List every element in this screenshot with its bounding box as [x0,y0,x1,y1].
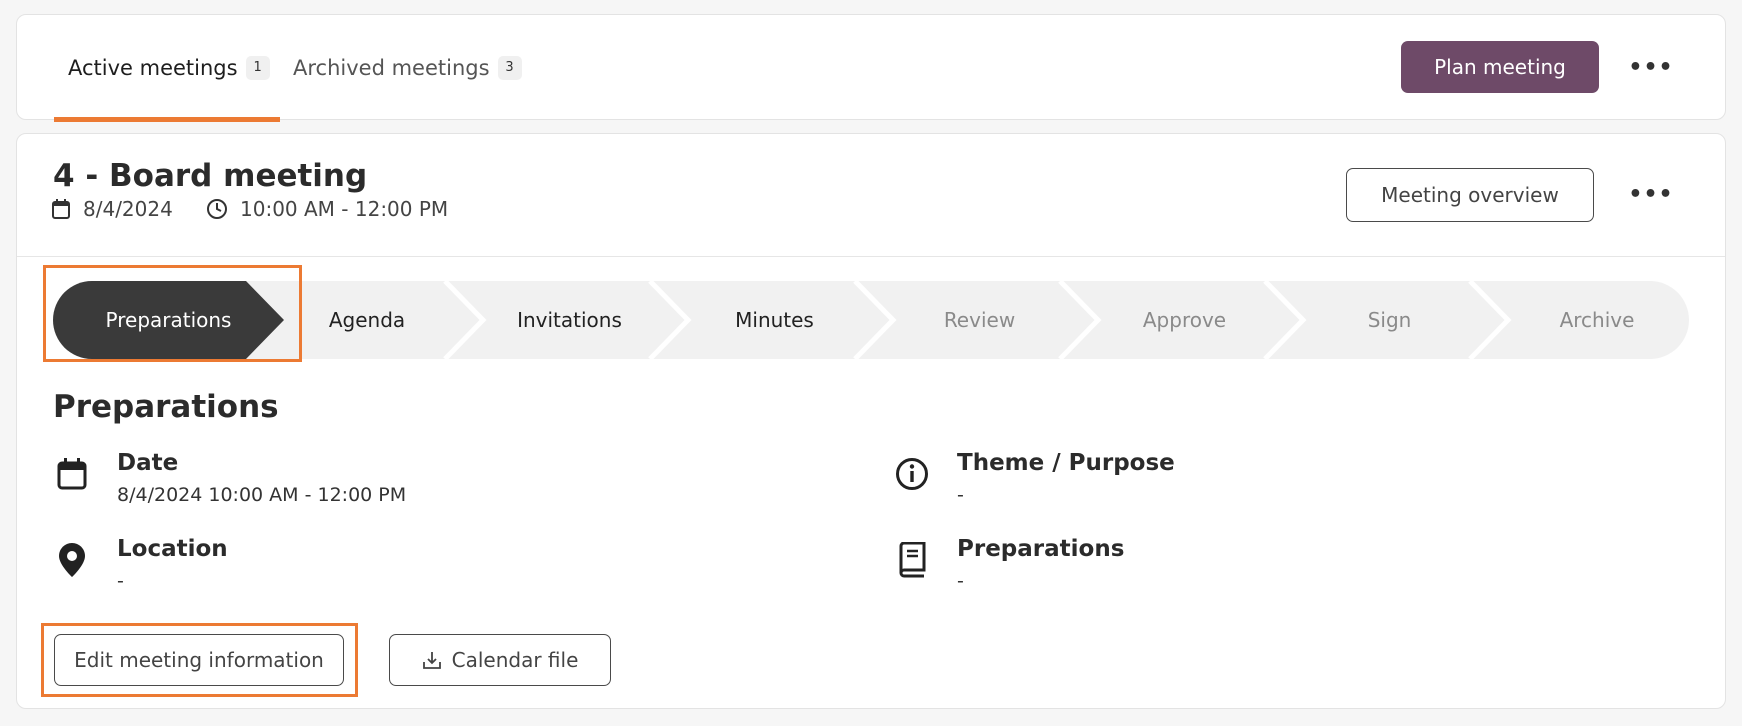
step-label: Sign [1367,308,1412,332]
meeting-date: 8/4/2024 [51,197,173,221]
step-review[interactable]: Review [877,281,1082,359]
edit-meeting-information-button[interactable]: Edit meeting information [54,634,344,686]
detail-value: - [117,570,124,592]
meeting-overview-button[interactable]: Meeting overview [1346,168,1594,222]
detail-value: - [957,570,964,592]
tab-active-meetings[interactable]: Active meetings 1 [54,15,280,122]
meeting-time-text: 10:00 AM - 12:00 PM [240,197,449,221]
meeting-stepper: Preparations Agenda Invitations Minutes … [53,281,1689,359]
detail-label: Preparations [957,536,1125,562]
step-label: Preparations [105,308,232,332]
step-label: Archive [1559,308,1635,332]
step-invitations[interactable]: Invitations [467,281,672,359]
location-pin-icon [54,542,90,578]
step-preparations[interactable]: Preparations [53,281,284,359]
step-label: Invitations [517,308,622,332]
meeting-date-text: 8/4/2024 [83,197,173,221]
section-title: Preparations [53,389,279,425]
tab-label: Active meetings [68,56,238,80]
count-badge: 3 [497,56,522,80]
step-label: Minutes [735,308,814,332]
step-label: Approve [1142,308,1227,332]
more-options-icon[interactable]: ••• [1628,174,1672,214]
count-badge: 1 [245,56,270,80]
step-archive[interactable]: Archive [1492,281,1702,359]
divider [17,256,1725,257]
meeting-title: 4 - Board meeting [53,158,368,194]
calendar-file-button[interactable]: Calendar file [389,634,611,686]
download-icon [422,652,441,669]
step-label: Agenda [328,308,406,332]
step-minutes[interactable]: Minutes [672,281,877,359]
detail-label: Theme / Purpose [957,450,1175,476]
detail-label: Location [117,536,228,562]
detail-value: - [957,484,964,506]
tab-label: Archived meetings [293,56,490,80]
clock-icon [207,199,227,219]
info-icon [894,456,930,492]
step-sign[interactable]: Sign [1287,281,1492,359]
step-agenda[interactable]: Agenda [267,281,467,359]
step-label: Review [943,308,1016,332]
detail-value: 8/4/2024 10:00 AM - 12:00 PM [117,484,407,506]
calendar-icon [52,199,70,219]
meetings-tab-bar: Active meetings 1 Archived meetings 3 Pl… [16,14,1726,122]
book-icon [894,542,930,578]
more-options-icon[interactable]: ••• [1628,47,1672,87]
calendar-icon [54,456,90,492]
calendar-file-label: Calendar file [451,648,579,672]
step-approve[interactable]: Approve [1082,281,1287,359]
meeting-card: 4 - Board meeting 8/4/2024 10:00 AM - 12… [16,133,1726,709]
plan-meeting-button[interactable]: Plan meeting [1401,41,1599,93]
meeting-time: 10:00 AM - 12:00 PM [206,197,448,221]
tab-archived-meetings[interactable]: Archived meetings 3 [293,15,522,121]
detail-label: Date [117,450,179,476]
